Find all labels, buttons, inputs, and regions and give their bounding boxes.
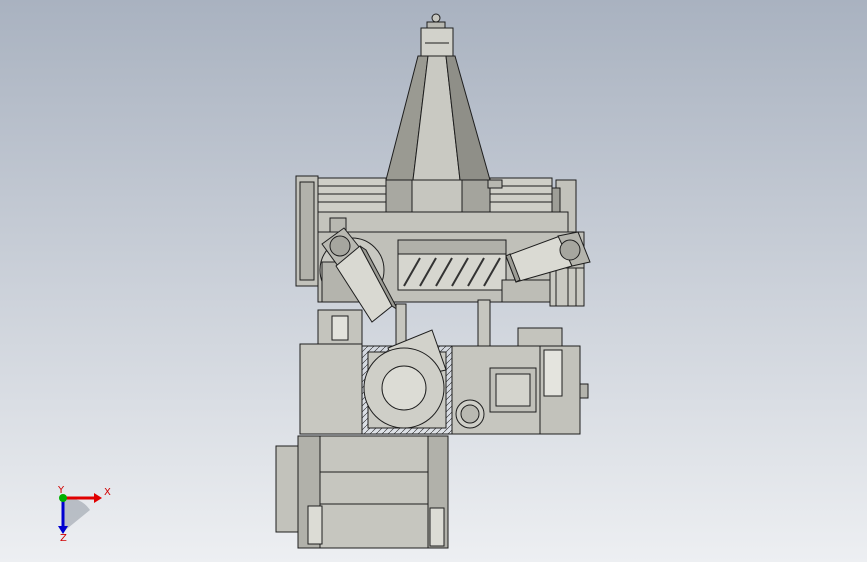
triad-label-z: Z [60, 533, 67, 544]
triad-label-x: X [104, 487, 111, 498]
lifting-eye [431, 13, 441, 23]
pellet-mill-body[interactable] [299, 329, 589, 435]
triad-label-y: Y [58, 485, 65, 496]
model-view[interactable] [0, 0, 867, 562]
cad-viewport[interactable]: X Y Z [0, 0, 867, 562]
lower-gearbox[interactable] [275, 435, 449, 549]
right-drum [549, 267, 585, 307]
rail-bracket [487, 179, 503, 189]
